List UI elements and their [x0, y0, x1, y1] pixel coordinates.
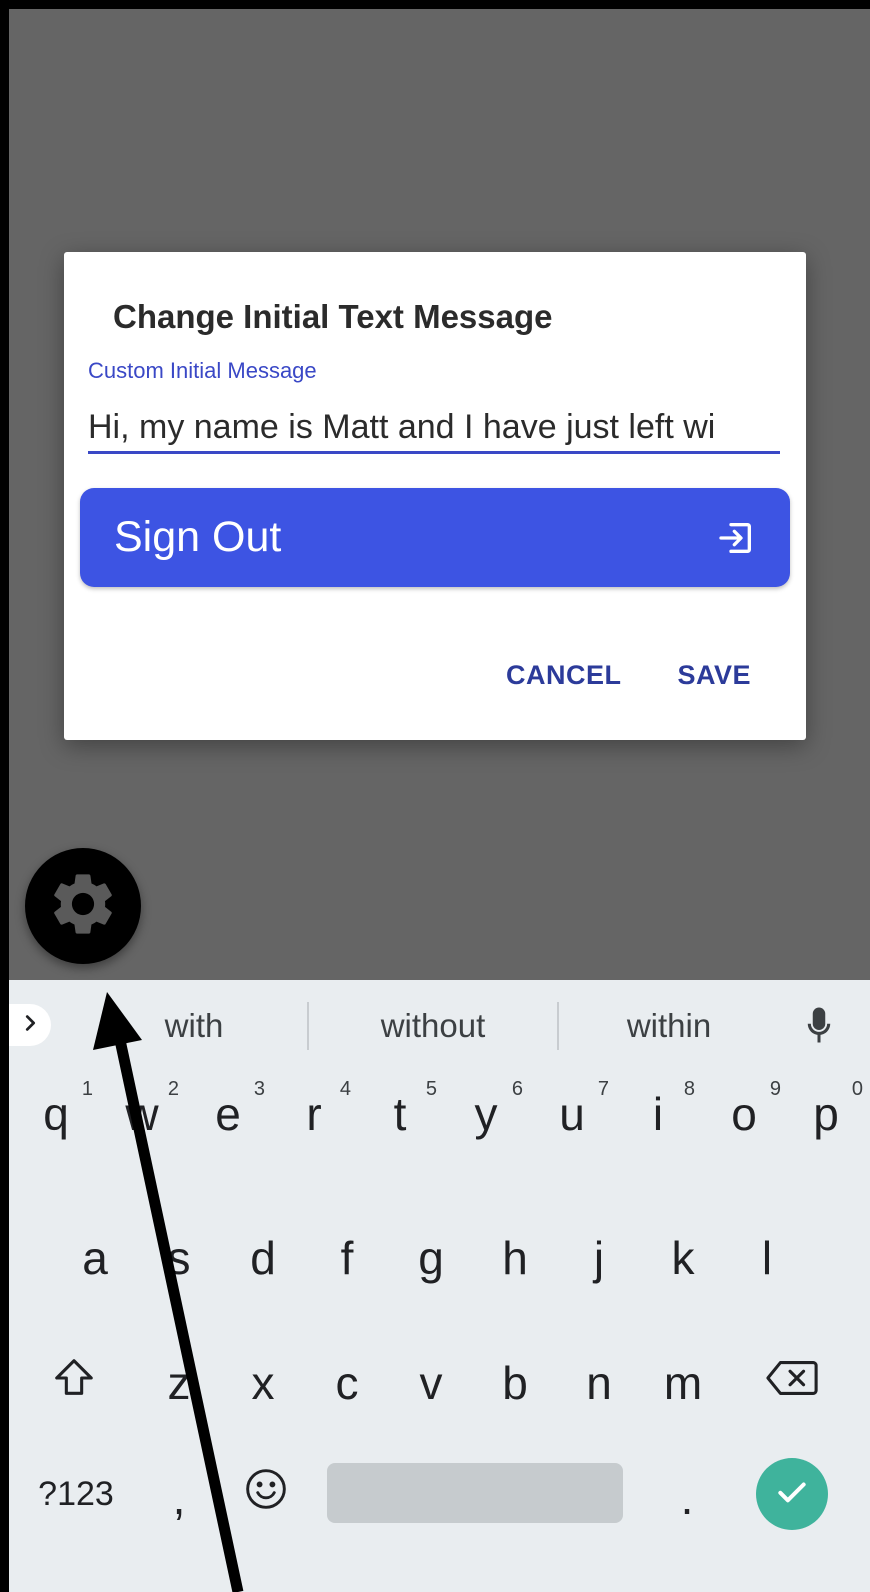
key-q[interactable]: q1 — [13, 1066, 99, 1162]
key-label: o — [731, 1088, 757, 1140]
key-hint: 0 — [851, 1078, 863, 1100]
expand-toolbar-button[interactable] — [9, 1004, 51, 1046]
custom-message-input[interactable] — [88, 404, 780, 454]
key-d[interactable]: d — [221, 1210, 305, 1306]
cancel-button[interactable]: CANCEL — [506, 660, 622, 691]
comma-key[interactable]: , — [149, 1450, 209, 1546]
period-key[interactable]: . — [657, 1450, 717, 1546]
soft-keyboard: with without within q1 w2 e3 r4 t5 y6 u7 — [9, 980, 870, 1592]
suggestion-bar: with without within — [9, 980, 870, 1072]
key-p[interactable]: p0 — [783, 1066, 869, 1162]
key-hint: 8 — [683, 1078, 695, 1100]
key-h[interactable]: h — [473, 1210, 557, 1306]
key-s[interactable]: s — [137, 1210, 221, 1306]
key-k[interactable]: k — [641, 1210, 725, 1306]
chevron-right-icon — [19, 1012, 41, 1039]
key-hint: 7 — [597, 1078, 609, 1100]
symbols-key[interactable]: ?123 — [23, 1446, 129, 1542]
backspace-icon — [765, 1356, 819, 1410]
key-hint: 6 — [511, 1078, 523, 1100]
key-hint: 5 — [425, 1078, 437, 1100]
key-g[interactable]: g — [389, 1210, 473, 1306]
key-label: w — [125, 1088, 159, 1140]
key-hint: 1 — [81, 1078, 93, 1100]
sign-out-label: Sign Out — [114, 513, 282, 561]
key-f[interactable]: f — [305, 1210, 389, 1306]
key-hint: 9 — [769, 1078, 781, 1100]
key-label: e — [215, 1088, 241, 1140]
key-hint: 4 — [339, 1078, 351, 1100]
shift-key[interactable] — [31, 1335, 117, 1431]
key-label: p — [813, 1088, 839, 1140]
key-l[interactable]: l — [725, 1210, 809, 1306]
key-t[interactable]: t5 — [357, 1066, 443, 1162]
key-label: r — [306, 1088, 322, 1140]
checkmark-icon — [772, 1472, 812, 1517]
enter-key[interactable] — [756, 1458, 828, 1530]
space-key[interactable] — [327, 1463, 623, 1523]
key-x[interactable]: x — [221, 1335, 305, 1431]
change-message-dialog: Change Initial Text Message Custom Initi… — [64, 252, 806, 740]
key-n[interactable]: n — [557, 1335, 641, 1431]
key-b[interactable]: b — [473, 1335, 557, 1431]
key-j[interactable]: j — [557, 1210, 641, 1306]
suggestion-3[interactable]: within — [559, 980, 779, 1072]
app-screen: Change Initial Text Message Custom Initi… — [9, 9, 870, 1592]
key-w[interactable]: w2 — [99, 1066, 185, 1162]
key-u[interactable]: u7 — [529, 1066, 615, 1162]
key-i[interactable]: i8 — [615, 1066, 701, 1162]
emoji-key[interactable] — [221, 1446, 311, 1542]
key-label: y — [474, 1088, 498, 1140]
suggestion-2[interactable]: without — [309, 980, 557, 1072]
dialog-actions: CANCEL SAVE — [506, 660, 751, 691]
key-r[interactable]: r4 — [271, 1066, 357, 1162]
gear-icon — [46, 867, 120, 946]
key-label: i — [652, 1088, 664, 1140]
emoji-icon — [244, 1467, 288, 1522]
key-o[interactable]: o9 — [701, 1066, 787, 1162]
key-hint: 2 — [167, 1078, 179, 1100]
key-v[interactable]: v — [389, 1335, 473, 1431]
microphone-icon — [804, 1005, 834, 1050]
key-e[interactable]: e3 — [185, 1066, 271, 1162]
settings-button[interactable] — [25, 848, 141, 964]
backspace-key[interactable] — [747, 1335, 837, 1431]
shift-icon — [51, 1355, 97, 1412]
key-label: q — [43, 1088, 69, 1140]
save-button[interactable]: SAVE — [677, 660, 751, 691]
custom-message-label: Custom Initial Message — [88, 358, 317, 383]
sign-out-icon — [716, 518, 756, 558]
key-c[interactable]: c — [305, 1335, 389, 1431]
key-hint: 3 — [253, 1078, 265, 1100]
key-label: t — [393, 1088, 407, 1140]
voice-input-button[interactable] — [799, 1004, 839, 1050]
key-label: u — [559, 1088, 585, 1140]
key-y[interactable]: y6 — [443, 1066, 529, 1162]
dialog-title: Change Initial Text Message — [113, 298, 553, 335]
sign-out-button[interactable]: Sign Out — [80, 488, 790, 587]
key-m[interactable]: m — [641, 1335, 725, 1431]
suggestion-1[interactable]: with — [79, 980, 309, 1072]
key-z[interactable]: z — [137, 1335, 221, 1431]
key-a[interactable]: a — [53, 1210, 137, 1306]
